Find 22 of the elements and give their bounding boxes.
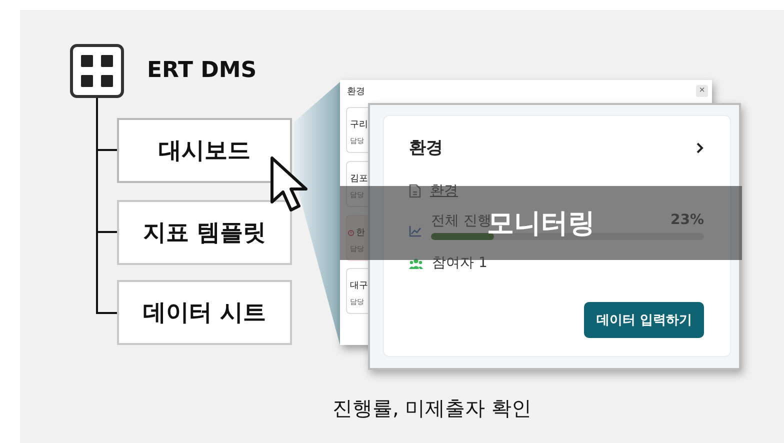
- people-icon: [409, 258, 423, 268]
- close-button[interactable]: ×: [696, 85, 708, 97]
- card-name: 대구: [350, 280, 368, 292]
- card-name: 구리: [350, 119, 368, 131]
- grid-icon: [70, 44, 124, 98]
- card-title: 환경: [409, 137, 443, 159]
- chevron-icon[interactable]: [696, 142, 704, 154]
- card-name: 김포: [350, 173, 368, 185]
- chart-icon: [409, 225, 422, 237]
- data-entry-button[interactable]: 데이터 입력하기: [584, 302, 704, 338]
- caption: 진행률, 미제출자 확인: [332, 396, 532, 420]
- menu-item[interactable]: 지표 템플릿: [117, 200, 292, 265]
- window-title: 환경: [347, 86, 365, 98]
- document-icon: [409, 184, 421, 198]
- menu-item[interactable]: 데이터 시트: [117, 280, 292, 345]
- alert-icon: [348, 230, 354, 236]
- card-name: 한: [356, 227, 365, 239]
- app-title: ERT DMS: [147, 58, 257, 83]
- menu-item[interactable]: 대시보드: [117, 118, 292, 183]
- progress-value: 23%: [670, 212, 704, 230]
- participants-count: 참여자 1: [432, 254, 488, 272]
- cursor-icon: [270, 156, 308, 212]
